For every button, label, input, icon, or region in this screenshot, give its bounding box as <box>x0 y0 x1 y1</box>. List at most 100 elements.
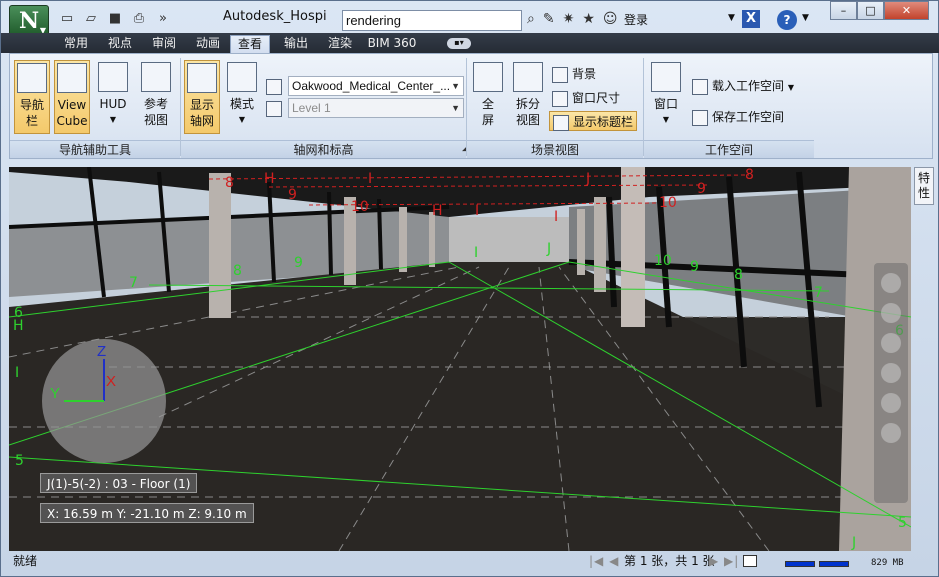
chevron-down-icon[interactable]: ▼ <box>728 13 735 23</box>
tab-review[interactable]: 审阅 <box>149 35 179 53</box>
search-input[interactable]: rendering <box>342 10 522 31</box>
tab-render[interactable]: 渲染 <box>325 35 355 53</box>
z-axis-label: Z <box>97 343 107 360</box>
properties-panel-tab[interactable]: 特性 <box>914 167 934 205</box>
reference-view-button[interactable]: 参考 视图 <box>138 60 174 134</box>
chevron-down-icon: ▼ <box>451 81 460 91</box>
open-icon[interactable]: ▱ <box>81 10 101 28</box>
pencil-meter-icon <box>785 561 815 567</box>
ribbon: 导航 栏 View Cube HUD ▼ 参考 视图 导航辅助工具 显示 轴网 … <box>9 53 933 159</box>
pan-icon[interactable] <box>881 303 901 323</box>
model-select[interactable]: Oakwood_Medical_Center_... ▼ <box>288 76 464 96</box>
window-label: 窗口 <box>653 97 678 111</box>
status-text: 就绪 <box>13 554 38 568</box>
grid-label: J <box>546 241 551 257</box>
window-icon <box>651 62 681 92</box>
orientation-gizmo: Z Y X <box>42 339 166 463</box>
sheet-browser-icon[interactable] <box>743 555 757 567</box>
steering-wheel-icon[interactable] <box>881 273 901 293</box>
orbit-icon[interactable] <box>881 363 901 383</box>
grid-label: J <box>585 171 590 187</box>
navigation-bar <box>874 263 908 503</box>
navbar-icon <box>17 63 47 93</box>
hud-label: HUD <box>99 97 127 111</box>
exchange-icon[interactable]: X <box>742 10 760 28</box>
load-workspace-icon <box>692 78 708 95</box>
show-grid-label: 显示 轴网 <box>189 98 214 128</box>
3d-viewport[interactable]: 8 H 9 I J 9 10 H I 10 8 I 7 8 9 I J 10 9… <box>9 167 911 551</box>
new-file-icon[interactable]: ▭ <box>57 10 77 28</box>
load-workspace-label: 载入工作空间 <box>712 79 785 93</box>
window-controls: – □ ✕ <box>830 1 929 20</box>
viewcube-label: View Cube <box>56 98 88 128</box>
sign-in-link[interactable]: 登录 <box>624 11 648 28</box>
show-titlebar-toggle[interactable]: 显示标题栏 <box>549 111 638 131</box>
walk-icon[interactable] <box>881 423 901 443</box>
show-grid-button[interactable]: 显示 轴网 <box>184 60 220 134</box>
more-tools-icon[interactable]: » <box>153 10 173 28</box>
chevron-down-icon[interactable]: ▼ <box>802 13 809 23</box>
load-workspace-button[interactable]: 载入工作空间 ▼ <box>692 76 794 96</box>
model-select-value: Oakwood_Medical_Center_... <box>292 79 451 93</box>
hud-button[interactable]: HUD ▼ <box>95 60 131 134</box>
split-view-button[interactable]: 拆分 视图 <box>510 60 546 134</box>
grid-mode-icon <box>227 62 257 92</box>
memory-usage: 829 MB <box>871 558 904 568</box>
titlebar-icon <box>553 114 569 131</box>
coordinates-readout: X: 16.59 m Y: -21.10 m Z: 9.10 m <box>40 503 254 523</box>
binoculars-icon[interactable]: ⌕ <box>527 11 535 27</box>
star-icon[interactable]: ★ <box>582 11 595 27</box>
grid-label: H <box>13 318 24 334</box>
tab-animation[interactable]: 动画 <box>193 35 223 53</box>
app-logo: N <box>18 8 40 34</box>
grid-label: 10 <box>351 199 369 215</box>
viewcube-icon <box>57 63 87 93</box>
tab-view[interactable]: 查看 <box>230 35 270 53</box>
print-icon[interactable]: ⎙ <box>129 10 149 28</box>
look-icon[interactable] <box>881 393 901 413</box>
user-icon[interactable]: ☺ <box>603 11 618 27</box>
close-button[interactable]: ✕ <box>884 1 929 20</box>
help-icon[interactable]: ? <box>777 10 797 30</box>
wrench-icon[interactable]: ✎ <box>543 11 555 27</box>
window-button[interactable]: 窗口 ▼ <box>648 60 684 134</box>
fullscreen-icon <box>473 62 503 92</box>
level-icon <box>266 98 286 118</box>
fullscreen-label: 全 屏 <box>481 97 494 127</box>
grid-mode-label: 模式 <box>229 97 254 111</box>
tab-bim360[interactable]: BIM 360 <box>367 35 417 53</box>
next-page-icon[interactable]: ▶ ▶| <box>709 551 739 571</box>
tab-viewpoint[interactable]: 视点 <box>105 35 135 53</box>
navbar-toggle-button[interactable]: 导航 栏 <box>14 60 50 134</box>
panel-title-workspace: 工作空间 <box>644 140 814 158</box>
ribbon-options-icon[interactable]: ▪▾ <box>447 38 471 49</box>
satellite-icon[interactable]: ✷ <box>563 11 575 27</box>
y-axis-label: Y <box>50 385 61 402</box>
maximize-button[interactable]: □ <box>857 1 884 20</box>
background-button[interactable]: 背景 <box>552 64 596 84</box>
level-select-value: Level 1 <box>292 101 331 115</box>
zoom-icon[interactable] <box>881 333 901 353</box>
split-view-label: 拆分 视图 <box>515 97 540 127</box>
fullscreen-button[interactable]: 全 屏 <box>470 60 506 134</box>
grid-label: 9 <box>690 259 699 275</box>
level-select[interactable]: Level 1 ▼ <box>288 98 464 118</box>
viewcube-toggle-button[interactable]: View Cube <box>54 60 90 134</box>
window-size-button[interactable]: 窗口尺寸 <box>552 88 620 108</box>
grid-label: H <box>264 171 275 187</box>
app-window: N ▼ ▭ ▱ ■ ⎙ » Autodesk_Hospi rendering ⌕… <box>0 0 939 577</box>
grid-label: 9 <box>288 187 297 203</box>
save-workspace-icon <box>692 109 708 126</box>
status-bar: 就绪 |◀ ◀ 第 1 张，共 1 张 ▶ ▶| 829 MB <box>9 551 933 571</box>
panel-title-grid: 轴网和标高 <box>181 140 466 158</box>
grid-label: 9 <box>697 181 706 197</box>
tab-output[interactable]: 输出 <box>281 35 311 53</box>
minimize-button[interactable]: – <box>830 1 857 20</box>
prev-page-icon[interactable]: |◀ ◀ <box>589 551 619 571</box>
save-icon[interactable]: ■ <box>105 10 125 28</box>
save-workspace-button[interactable]: 保存工作空间 <box>692 107 784 127</box>
grid-mode-button[interactable]: 模式 ▼ <box>224 60 260 134</box>
tab-home[interactable]: 常用 <box>61 35 91 53</box>
ribbon-tabs: 常用 视点 审阅 动画 查看 输出 渲染 BIM 360 ▪▾ <box>1 33 939 53</box>
grid-label: I <box>474 245 478 261</box>
